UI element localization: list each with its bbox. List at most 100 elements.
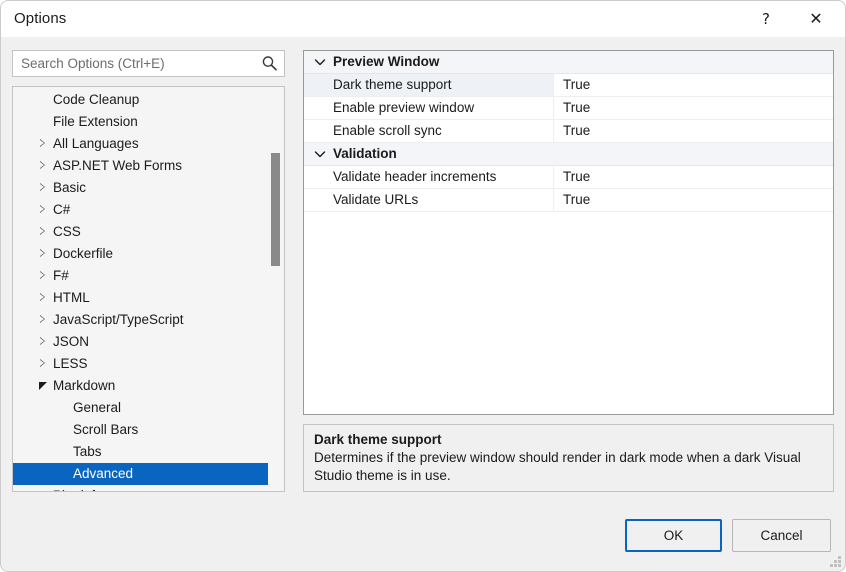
tree-item-label: Pkgdef bbox=[53, 485, 95, 491]
page-title: Options bbox=[14, 10, 67, 27]
tree-item-label: All Languages bbox=[53, 136, 139, 151]
resize-grip-dot bbox=[838, 560, 841, 563]
grid-property-validate-urls[interactable]: Validate URLs True bbox=[304, 189, 833, 212]
tree-item-html[interactable]: HTML bbox=[13, 287, 269, 309]
cancel-button[interactable]: Cancel bbox=[732, 519, 831, 552]
chevron-down-icon[interactable] bbox=[312, 51, 328, 73]
resize-grip-dot bbox=[830, 564, 833, 567]
close-button[interactable]: ✕ bbox=[793, 1, 839, 37]
title-bar: Options ? ✕ bbox=[1, 1, 845, 37]
tree-item-basic[interactable]: Basic bbox=[13, 177, 269, 199]
triangle-right-icon[interactable] bbox=[35, 155, 55, 177]
tree-item-json[interactable]: JSON bbox=[13, 331, 269, 353]
property-grid[interactable]: Preview Window Dark theme support True Enab… bbox=[303, 50, 834, 415]
tree-item-label: Markdown bbox=[53, 378, 116, 393]
help-button[interactable]: ? bbox=[743, 1, 789, 37]
grid-category-label: Preview Window bbox=[333, 54, 440, 69]
resize-grip-dot bbox=[838, 556, 841, 559]
close-icon: ✕ bbox=[809, 9, 823, 28]
tree-item-label: LESS bbox=[53, 356, 88, 371]
grid-category-preview-window[interactable]: Preview Window bbox=[304, 51, 833, 74]
tree-item-label: Scroll Bars bbox=[73, 422, 139, 437]
grid-property-enable-scroll-sync[interactable]: Enable scroll sync True bbox=[304, 120, 833, 143]
triangle-right-icon[interactable] bbox=[35, 243, 55, 265]
tree-item-label: JSON bbox=[53, 334, 90, 349]
description-body: Determines if the preview window should … bbox=[314, 450, 801, 483]
search-input[interactable] bbox=[13, 51, 258, 76]
grid-property-validate-header-increments[interactable]: Validate header increments True bbox=[304, 166, 833, 189]
search-box[interactable] bbox=[12, 50, 285, 77]
grid-property-label: Enable scroll sync bbox=[304, 120, 554, 142]
grid-property-value[interactable]: True bbox=[555, 74, 590, 96]
grid-category-validation[interactable]: Validation bbox=[304, 143, 833, 166]
resize-grip-dot bbox=[834, 560, 837, 563]
tree-item-label: Dockerfile bbox=[53, 246, 114, 261]
tree-item-label: C# bbox=[53, 202, 71, 217]
description-panel: Dark theme support Determines if the pre… bbox=[303, 424, 834, 492]
tree-item-c[interactable]: C# bbox=[13, 199, 269, 221]
tree-item-f[interactable]: F# bbox=[13, 265, 269, 287]
tree-item-asp-net-web-forms[interactable]: ASP.NET Web Forms bbox=[13, 155, 269, 177]
grid-property-dark-theme-support[interactable]: Dark theme support True bbox=[304, 74, 833, 97]
tree-item-label: JavaScript/TypeScript bbox=[53, 312, 184, 327]
tree-item-label: Tabs bbox=[73, 444, 102, 459]
triangle-right-icon[interactable] bbox=[35, 199, 55, 221]
tree-item-scroll-bars[interactable]: Scroll Bars bbox=[13, 419, 269, 441]
options-tree-list: Code Cleanup File Extension All Languages A… bbox=[13, 89, 269, 491]
ok-button[interactable]: OK bbox=[625, 519, 722, 552]
grid-property-label: Dark theme support bbox=[304, 74, 554, 96]
grid-category-label: Validation bbox=[333, 146, 397, 161]
tree-item-code-cleanup[interactable]: Code Cleanup bbox=[13, 89, 269, 111]
triangle-right-icon[interactable] bbox=[35, 177, 55, 199]
triangle-down-icon[interactable] bbox=[35, 375, 55, 397]
grid-property-enable-preview-window[interactable]: Enable preview window True bbox=[304, 97, 833, 120]
tree-scrollbar[interactable] bbox=[268, 87, 284, 491]
tree-item-label: Basic bbox=[53, 180, 87, 195]
tree-item-all-languages[interactable]: All Languages bbox=[13, 133, 269, 155]
tree-item-label: HTML bbox=[53, 290, 90, 305]
tree-item-advanced[interactable]: Advanced bbox=[13, 463, 269, 485]
triangle-right-icon[interactable] bbox=[35, 133, 55, 155]
search-icon[interactable] bbox=[260, 54, 279, 73]
tree-item-label: F# bbox=[53, 268, 69, 283]
tree-item-dockerfile[interactable]: Dockerfile bbox=[13, 243, 269, 265]
tree-item-label: File Extension bbox=[53, 114, 138, 129]
tree-item-general[interactable]: General bbox=[13, 397, 269, 419]
tree-item-label: Code Cleanup bbox=[53, 92, 140, 107]
grid-property-label: Validate header increments bbox=[304, 166, 554, 188]
options-tree[interactable]: Code Cleanup File Extension All Languages A… bbox=[12, 86, 285, 492]
tree-item-label: CSS bbox=[53, 224, 81, 239]
description-title: Dark theme support bbox=[314, 432, 442, 447]
tree-item-less[interactable]: LESS bbox=[13, 353, 269, 375]
tree-item-css[interactable]: CSS bbox=[13, 221, 269, 243]
triangle-right-icon[interactable] bbox=[35, 485, 55, 491]
tree-item-label: Advanced bbox=[73, 466, 134, 481]
grid-property-value[interactable]: True bbox=[555, 189, 590, 211]
tree-item-pkgdef[interactable]: Pkgdef bbox=[13, 485, 269, 491]
tree-item-markdown[interactable]: Markdown bbox=[13, 375, 269, 397]
property-grid-rows: Preview Window Dark theme support True Enab… bbox=[304, 51, 833, 212]
triangle-right-icon[interactable] bbox=[35, 221, 55, 243]
triangle-right-icon[interactable] bbox=[35, 331, 55, 353]
triangle-right-icon[interactable] bbox=[35, 287, 55, 309]
resize-grip-dot bbox=[838, 564, 841, 567]
tree-item-label: ASP.NET Web Forms bbox=[53, 158, 183, 173]
grid-property-value[interactable]: True bbox=[555, 97, 590, 119]
resize-grip-dot bbox=[834, 564, 837, 567]
question-mark-icon: ? bbox=[762, 10, 770, 28]
tree-scrollbar-thumb[interactable] bbox=[271, 153, 280, 266]
tree-item-javascript-typescript[interactable]: JavaScript/TypeScript bbox=[13, 309, 269, 331]
grid-property-label: Enable preview window bbox=[304, 97, 554, 119]
triangle-right-icon[interactable] bbox=[35, 353, 55, 375]
tree-item-file-extension[interactable]: File Extension bbox=[13, 111, 269, 133]
chevron-down-icon[interactable] bbox=[312, 143, 328, 165]
options-dialog: Options ? ✕ Code Cleanup File Extension Al… bbox=[0, 0, 846, 572]
resize-grip[interactable] bbox=[828, 554, 842, 568]
grid-property-value[interactable]: True bbox=[555, 166, 590, 188]
grid-property-value[interactable]: True bbox=[555, 120, 590, 142]
tree-item-tabs[interactable]: Tabs bbox=[13, 441, 269, 463]
grid-property-label: Validate URLs bbox=[304, 189, 554, 211]
triangle-right-icon[interactable] bbox=[35, 309, 55, 331]
tree-item-label: General bbox=[73, 400, 122, 415]
triangle-right-icon[interactable] bbox=[35, 265, 55, 287]
